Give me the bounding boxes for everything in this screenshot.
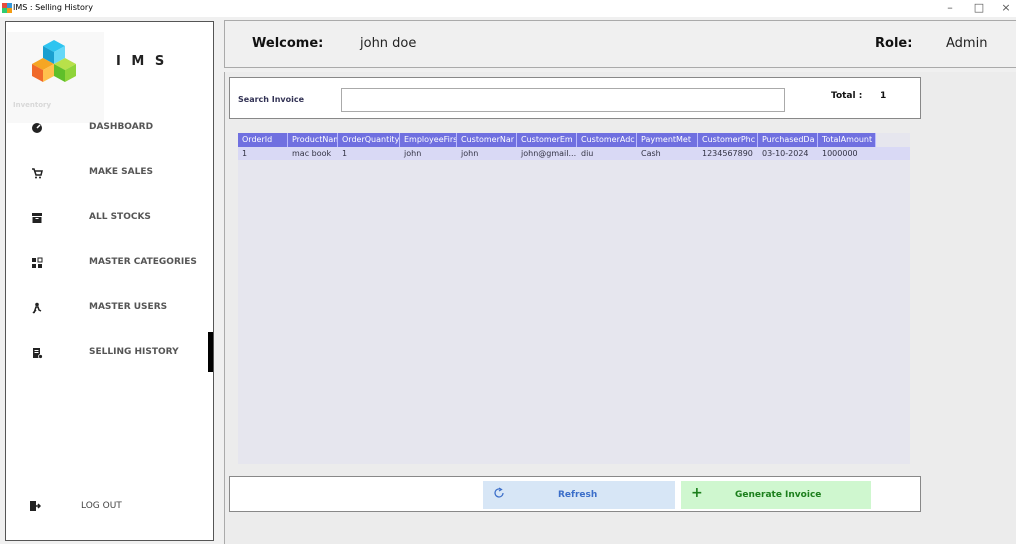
sidebar-item-selling-history[interactable]: SELLING HISTORY [7,335,213,371]
main-content: Search Invoice Total : 1 OrderId Product… [224,72,1016,544]
invoice-grid[interactable]: OrderId ProductName OrderQuantity Employ… [238,133,910,464]
users-icon [32,302,42,314]
action-bar: Refresh + Generate Invoice [229,476,921,512]
table-cell: john [404,149,422,158]
table-row[interactable]: 1 mac book 1 john john john@gmail... diu… [238,147,910,160]
table-cell: john@gmail... [521,149,577,158]
plus-icon: + [691,485,703,501]
column-header[interactable]: OrderQuantity [338,133,400,147]
column-header[interactable]: CustomerNar [457,133,517,147]
role-value: Admin [946,36,988,51]
column-header[interactable]: EmployeeFirs [400,133,457,147]
window-titlebar: IMS : Selling History – □ × [0,0,1016,17]
generate-invoice-label: Generate Invoice [735,490,822,500]
total-label: Total : [831,91,863,101]
categories-icon [32,257,43,268]
logo-cubes-icon [32,40,76,82]
logout-label: LOG OUT [81,501,122,511]
stock-icon [32,213,42,223]
logout-icon [30,501,41,511]
table-cell: mac book [292,149,332,158]
table-cell: 1234567890 [702,149,753,158]
column-header[interactable]: CustomerPhc [698,133,758,147]
table-cell: 1 [342,149,348,158]
table-cell: diu [581,149,594,158]
table-cell: Cash [641,149,661,158]
sidebar-item-label: DASHBOARD [89,122,154,132]
column-header[interactable]: ProductName [288,133,338,147]
sidebar-item-master-categories[interactable]: MASTER CATEGORIES [7,245,213,281]
column-header[interactable]: CustomerEm [517,133,577,147]
column-header[interactable]: PurchasedDa [758,133,818,147]
column-header[interactable]: PaymentMet [637,133,698,147]
refresh-icon [494,487,504,498]
close-button[interactable]: × [996,1,1016,14]
sidebar-item-master-users[interactable]: MASTER USERS [7,290,213,326]
generate-invoice-button[interactable]: + Generate Invoice [681,481,871,509]
column-header[interactable]: OrderId [238,133,288,147]
table-cell: 03-10-2024 [762,149,809,158]
search-input[interactable] [341,88,785,112]
cart-icon [32,168,43,179]
sidebar-item-dashboard[interactable]: DASHBOARD [7,110,213,146]
username: john doe [360,36,417,51]
refresh-button[interactable]: Refresh [483,481,675,509]
search-panel: Search Invoice Total : 1 [229,77,921,119]
welcome-label: Welcome: [252,36,324,51]
refresh-label: Refresh [558,490,598,500]
sidebar: Inventory I M S DASHBOARD MAKE SALES ALL… [5,21,214,541]
logout-button[interactable]: LOG OUT [7,492,213,522]
active-indicator [208,332,213,372]
column-header[interactable]: CustomerAdc [577,133,637,147]
total-value: 1 [880,91,887,101]
maximize-button[interactable]: □ [969,1,989,14]
table-cell: 1000000 [822,149,858,158]
sidebar-item-label: MAKE SALES [89,167,153,177]
table-cell: john [461,149,479,158]
app-icon [2,3,12,13]
sidebar-item-label: MASTER USERS [89,302,168,312]
role-label: Role: [875,36,913,51]
search-label: Search Invoice [238,95,305,104]
header: Welcome: john doe Role: Admin [224,20,1016,68]
sidebar-item-label: MASTER CATEGORIES [89,257,197,267]
app-name: I M S [116,54,168,69]
minimize-button[interactable]: – [940,1,960,14]
sidebar-item-label: ALL STOCKS [89,212,151,222]
sidebar-item-label: SELLING HISTORY [89,347,179,357]
grid-header: OrderId ProductName OrderQuantity Employ… [238,133,876,147]
dashboard-icon [32,123,42,133]
logo-caption: Inventory [13,101,52,109]
column-header[interactable]: TotalAmount [818,133,876,147]
sidebar-item-all-stocks[interactable]: ALL STOCKS [7,200,213,236]
sidebar-item-make-sales[interactable]: MAKE SALES [7,155,213,191]
table-cell: 1 [242,149,248,158]
receipt-icon [33,348,43,359]
window-title: IMS : Selling History [13,3,93,12]
